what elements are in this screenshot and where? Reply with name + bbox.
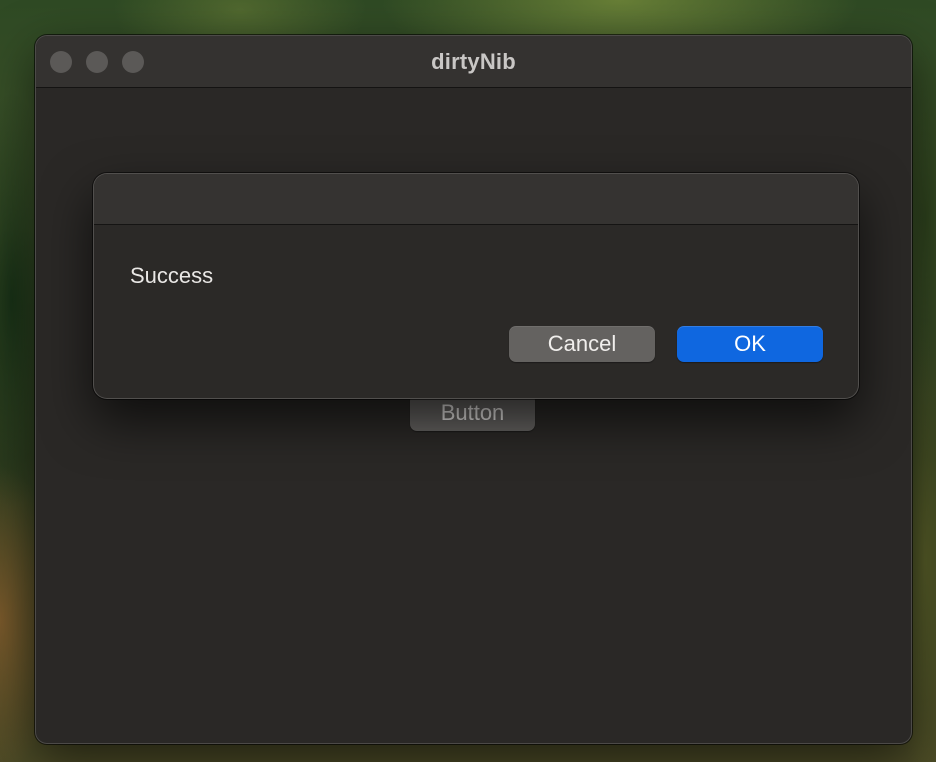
ok-button[interactable]: OK [677,326,823,362]
app-window: dirtyNib Button Success Cancel OK [35,35,912,744]
alert-message: Success [130,263,214,288]
window-content: Button Success Cancel OK [36,88,911,743]
main-button[interactable]: Button [410,394,535,431]
cancel-button[interactable]: Cancel [509,326,655,362]
window-titlebar[interactable]: dirtyNib [36,36,911,88]
alert-sheet-header [94,174,858,225]
window-title: dirtyNib [431,49,516,74]
alert-sheet: Success Cancel OK [93,173,859,399]
